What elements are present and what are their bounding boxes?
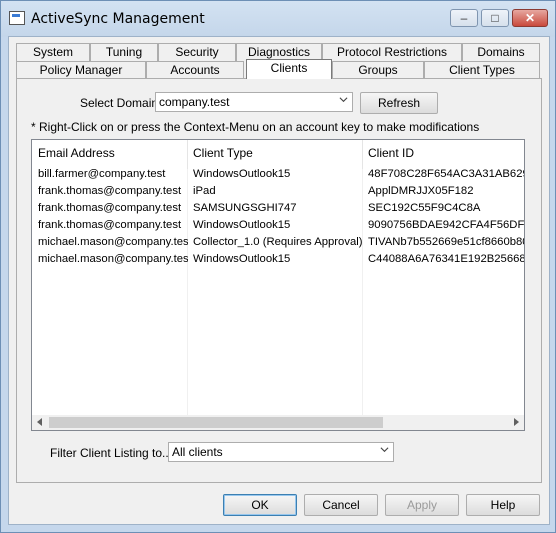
table-row[interactable]: frank.thomas@company.test iPad ApplDMRJJ… xyxy=(32,183,524,200)
context-menu-hint: * Right-Click on or press the Context-Me… xyxy=(31,120,480,134)
cell-client-type: SAMSUNGSGHI747 xyxy=(193,202,297,214)
cell-client-type: WindowsOutlook15 xyxy=(193,168,291,180)
horizontal-scrollbar[interactable] xyxy=(32,415,524,430)
cell-client-id: C44088A6A76341E192B25668D xyxy=(368,253,525,265)
table-row[interactable]: michael.mason@company.test Collector_1.0… xyxy=(32,234,525,251)
cell-email: frank.thomas@company.test xyxy=(38,202,182,214)
cell-client-type: WindowsOutlook15 xyxy=(193,219,291,231)
cell-client-id: 48F708C28F654AC3A31AB6293 xyxy=(368,168,525,180)
scroll-right-icon[interactable] xyxy=(514,418,519,426)
filter-label: Filter Client Listing to... xyxy=(50,446,173,460)
tab-security[interactable]: Security xyxy=(158,43,236,61)
domain-select-value: company.test xyxy=(159,95,230,109)
minimize-button[interactable]: – xyxy=(450,9,478,27)
tab-groups[interactable]: Groups xyxy=(332,61,424,79)
cell-client-id: TIVANb7b552669e51cf8660b808 xyxy=(368,236,525,248)
list-header: Email Address Client Type Client ID xyxy=(32,140,524,169)
tab-policy-manager[interactable]: Policy Manager xyxy=(16,61,146,79)
cell-client-id: SEC192C55F9C4C8A xyxy=(368,202,481,214)
scrollbar-thumb[interactable] xyxy=(49,417,383,428)
tab-domains[interactable]: Domains xyxy=(462,43,540,61)
domain-select[interactable]: company.test xyxy=(155,92,353,112)
tab-protocol-restrictions[interactable]: Protocol Restrictions xyxy=(322,43,462,61)
table-row[interactable]: bill.farmer@company.test WindowsOutlook1… xyxy=(32,166,525,183)
filter-select-value: All clients xyxy=(172,445,223,459)
chevron-down-icon xyxy=(339,97,348,103)
title-bar[interactable]: ActiveSync Management – □ ✕ xyxy=(1,1,555,37)
cell-email: michael.mason@company.test xyxy=(38,253,188,265)
close-button[interactable]: ✕ xyxy=(512,9,548,27)
maximize-button[interactable]: □ xyxy=(481,9,509,27)
tab-tuning[interactable]: Tuning xyxy=(90,43,158,61)
cancel-button[interactable]: Cancel xyxy=(304,494,378,516)
cell-client-type: WindowsOutlook15 xyxy=(193,253,291,265)
column-client-id[interactable]: Client ID xyxy=(362,140,524,169)
cell-email: frank.thomas@company.test xyxy=(38,185,182,197)
clients-list[interactable]: Email Address Client Type Client ID bill… xyxy=(31,139,525,431)
cell-client-type: iPad xyxy=(193,185,216,197)
tab-system[interactable]: System xyxy=(16,43,90,61)
ok-button[interactable]: OK xyxy=(223,494,297,516)
window-title: ActiveSync Management xyxy=(31,11,205,27)
chevron-down-icon xyxy=(380,447,389,453)
apply-button[interactable]: Apply xyxy=(385,494,459,516)
app-icon xyxy=(9,11,25,25)
column-email-address[interactable]: Email Address xyxy=(32,140,188,169)
help-button[interactable]: Help xyxy=(466,494,540,516)
table-row[interactable]: frank.thomas@company.test SAMSUNGSGHI747… xyxy=(32,200,524,217)
cell-email: frank.thomas@company.test xyxy=(38,219,182,231)
tab-client-types[interactable]: Client Types xyxy=(424,61,540,79)
cell-client-type: Collector_1.0 (Requires Approval) xyxy=(193,236,363,248)
cell-email: michael.mason@company.test xyxy=(38,236,188,248)
select-domain-label: Select Domain xyxy=(80,96,159,110)
scroll-left-icon[interactable] xyxy=(37,418,42,426)
refresh-button[interactable]: Refresh xyxy=(360,92,438,114)
table-row[interactable]: michael.mason@company.test WindowsOutloo… xyxy=(32,251,525,268)
filter-select[interactable]: All clients xyxy=(168,442,394,462)
cell-client-id: 9090756BDAE942CFA4F56DFDD xyxy=(368,219,525,231)
tab-accounts[interactable]: Accounts xyxy=(146,61,244,79)
cell-client-id: ApplDMRJJX05F182 xyxy=(368,185,474,197)
column-client-type[interactable]: Client Type xyxy=(187,140,363,169)
table-row[interactable]: frank.thomas@company.test WindowsOutlook… xyxy=(32,217,525,234)
cell-email: bill.farmer@company.test xyxy=(38,168,166,180)
tab-clients[interactable]: Clients xyxy=(246,59,332,79)
